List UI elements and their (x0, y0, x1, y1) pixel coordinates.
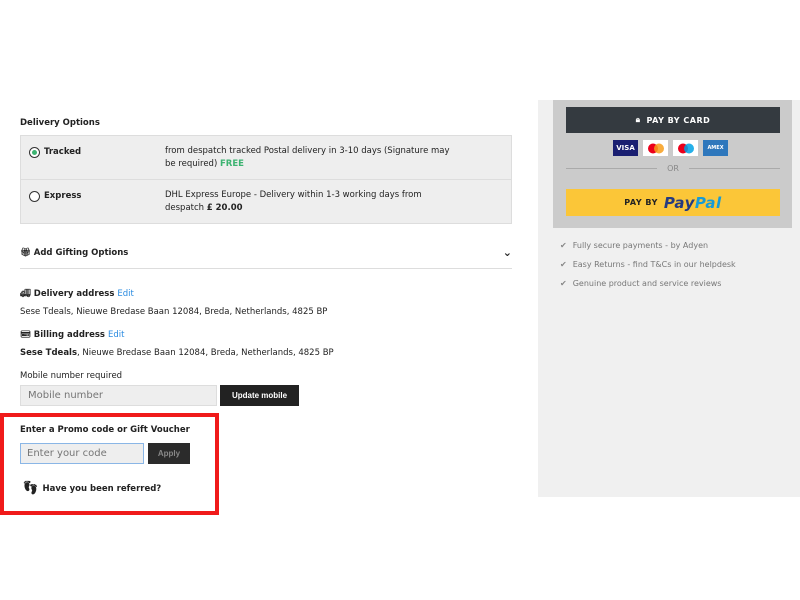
radio-tracked[interactable] (29, 147, 40, 158)
truck-icon: 🚚︎ (20, 289, 31, 299)
delivery-options-title: Delivery Options (20, 118, 100, 128)
edit-billing-address-link[interactable]: Edit (108, 330, 124, 340)
check-icon: ✔ (560, 241, 567, 250)
promo-code-input[interactable] (20, 443, 144, 464)
delivery-options: Tracked from despatch tracked Postal del… (20, 135, 512, 224)
assurance-item: ✔ Genuine product and service reviews (560, 279, 722, 288)
billing-address-value: Sese Tdeals, Nieuwe Bredase Baan 12084, … (20, 348, 334, 358)
referred-link[interactable]: 👣︎ Have you been referred? (22, 481, 161, 496)
radio-express[interactable] (29, 191, 40, 202)
chevron-down-icon: ⌄ (502, 246, 512, 259)
check-icon: ✔ (560, 260, 567, 269)
delivery-address-heading: 🚚︎ Delivery address Edit (20, 289, 134, 299)
pay-by-paypal-button[interactable]: PAY BY PayPal (566, 189, 780, 216)
edit-delivery-address-link[interactable]: Edit (117, 289, 133, 299)
apply-button[interactable]: Apply (148, 443, 190, 464)
mobile-label: Mobile number required (20, 371, 123, 381)
gifting-options-toggle[interactable]: 🎁︎ Add Gifting Options ⌄ (20, 246, 512, 269)
lock-icon: 🔒︎ (635, 115, 641, 124)
assurance-item: ✔ Fully secure payments - by Adyen (560, 241, 709, 250)
maestro-icon (673, 140, 698, 156)
pay-by-card-button[interactable]: 🔒︎ PAY BY CARD (566, 107, 780, 133)
delivery-address-value: Sese Tdeals, Nieuwe Bredase Baan 12084, … (20, 307, 328, 317)
footprints-icon: 👣︎ (22, 481, 39, 496)
assurance-item: ✔ Easy Returns - find T&Cs in our helpdes… (560, 260, 736, 269)
delivery-option-tracked[interactable]: Tracked from despatch tracked Postal del… (21, 136, 511, 180)
or-divider: OR (566, 164, 781, 173)
billing-address-heading: 💳︎ Billing address Edit (20, 330, 125, 340)
promo-title: Enter a Promo code or Gift Voucher (20, 425, 190, 435)
paypal-logo: PayPal (663, 193, 722, 212)
gift-icon: 🎁︎ (20, 248, 31, 258)
credit-card-icon: 💳︎ (20, 330, 31, 340)
mastercard-icon (643, 140, 668, 156)
check-icon: ✔ (560, 279, 567, 288)
visa-icon: VISA (613, 140, 638, 156)
delivery-option-express[interactable]: Express DHL Express Europe - Delivery wi… (21, 180, 511, 224)
mobile-number-input[interactable] (20, 385, 217, 406)
update-mobile-button[interactable]: Update mobile (220, 385, 299, 406)
amex-icon: AMEX (703, 140, 728, 156)
